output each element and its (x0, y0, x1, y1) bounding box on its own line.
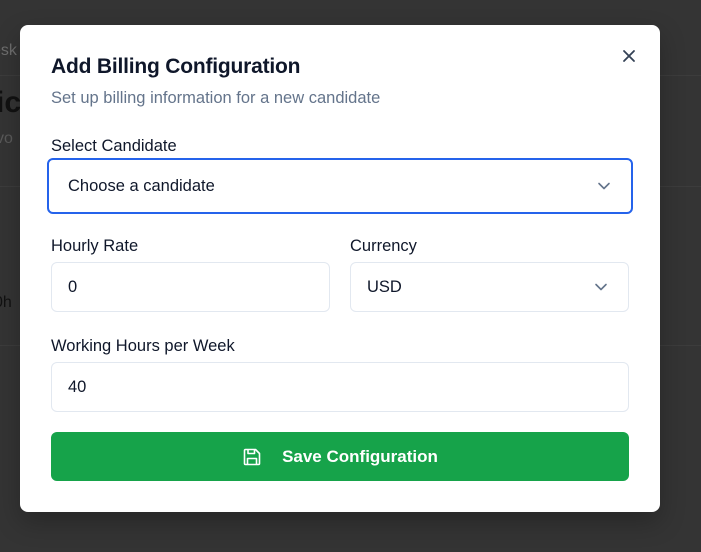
chevron-down-icon (598, 182, 610, 190)
background-breadcrumb: esk (0, 42, 17, 59)
close-button[interactable] (620, 47, 638, 65)
hourly-rate-input[interactable]: 0 (51, 262, 330, 312)
currency-select[interactable]: USD (350, 262, 629, 312)
candidate-label: Select Candidate (51, 137, 177, 155)
save-icon (242, 447, 262, 467)
currency-label: Currency (350, 237, 417, 255)
dialog-title: Add Billing Configuration (51, 55, 301, 78)
working-hours-label: Working Hours per Week (51, 337, 235, 355)
candidate-select-value: Choose a candidate (68, 176, 215, 195)
working-hours-value: 40 (68, 377, 87, 396)
chevron-down-icon (595, 283, 607, 291)
currency-select-value: USD (367, 277, 402, 296)
hourly-rate-value: 0 (68, 277, 78, 296)
hourly-rate-label: Hourly Rate (51, 237, 139, 255)
save-configuration-button[interactable]: Save Configuration (51, 432, 629, 481)
dialog-description: Set up billing information for a new can… (51, 89, 381, 107)
working-hours-input[interactable]: 40 (51, 362, 629, 412)
candidate-select[interactable]: Choose a candidate (47, 158, 633, 214)
billing-config-dialog: Add Billing Configuration Set up billing… (20, 25, 660, 512)
save-button-label: Save Configuration (282, 446, 438, 466)
background-subtitle: vo (0, 130, 13, 147)
background-heading: tic (0, 86, 22, 119)
background-value: 0h (0, 294, 12, 311)
x-icon (623, 50, 635, 62)
